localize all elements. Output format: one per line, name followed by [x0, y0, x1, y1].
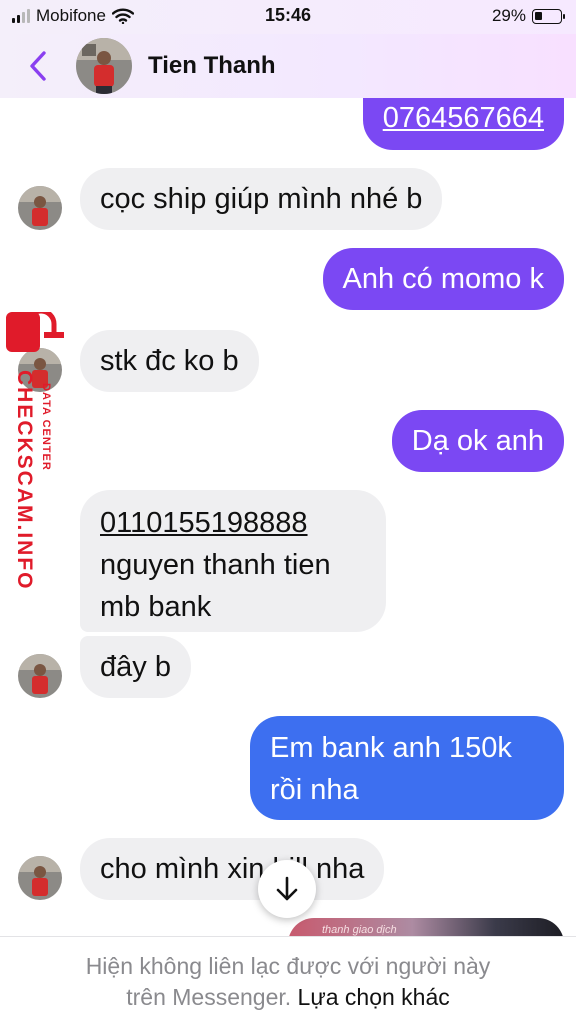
message-list[interactable]: 0764567664 cọc ship giúp mình nhé b Anh … [0, 98, 576, 936]
other-options-link[interactable]: Lựa chọn khác [298, 984, 450, 1010]
messenger-notice: Hiện không liên lạc được với người này t… [0, 936, 576, 1024]
avatar[interactable] [18, 348, 62, 392]
chevron-left-icon[interactable] [28, 50, 48, 82]
battery-group: 29% [491, 6, 565, 26]
message-line: Em bank anh 150k [270, 732, 512, 764]
chat-header: Tien Thanh [0, 34, 576, 98]
notice-text: Hiện không liên lạc được với người này [85, 953, 491, 979]
message-outgoing-multiline[interactable]: Em bank anh 150k rồi nha [250, 716, 564, 820]
message-incoming[interactable]: cọc ship giúp mình nhé b [80, 168, 443, 230]
battery-icon [532, 8, 565, 24]
avatar[interactable] [18, 856, 62, 900]
status-bar: Mobifone 15:46 29% [0, 0, 576, 34]
scroll-to-bottom-button[interactable] [258, 860, 316, 918]
account-number[interactable]: 0110155198888 [100, 502, 366, 544]
battery-percent: 29% [491, 6, 526, 25]
account-name: nguyen thanh tien [100, 549, 331, 581]
avatar[interactable] [18, 654, 62, 698]
message-outgoing[interactable]: Dạ ok anh [391, 410, 564, 472]
image-caption: thanh giao dịch [322, 924, 397, 936]
notice-line-2: trên Messenger. Lựa chọn khác [0, 982, 576, 1013]
clock: 15:46 [264, 5, 312, 25]
message-incoming[interactable]: đây b [80, 636, 191, 698]
avatar[interactable] [18, 186, 62, 230]
message-outgoing[interactable]: 0764567664 [362, 98, 564, 150]
arrow-down-icon [276, 876, 298, 901]
contact-name[interactable]: Tien Thanh [148, 52, 276, 80]
message-line: rồi nha [270, 774, 359, 806]
bank-name: mb bank [100, 591, 212, 623]
message-incoming[interactable]: cho mình xin bill nha [80, 838, 385, 900]
notice-text-2: trên Messenger. [126, 984, 292, 1010]
message-incoming[interactable]: stk đc ko b [80, 330, 259, 392]
contact-avatar[interactable] [76, 38, 132, 94]
message-incoming-bank-details[interactable]: 0110155198888 nguyen thanh tien mb bank [80, 490, 386, 632]
message-outgoing[interactable]: Anh có momo k [322, 248, 564, 310]
